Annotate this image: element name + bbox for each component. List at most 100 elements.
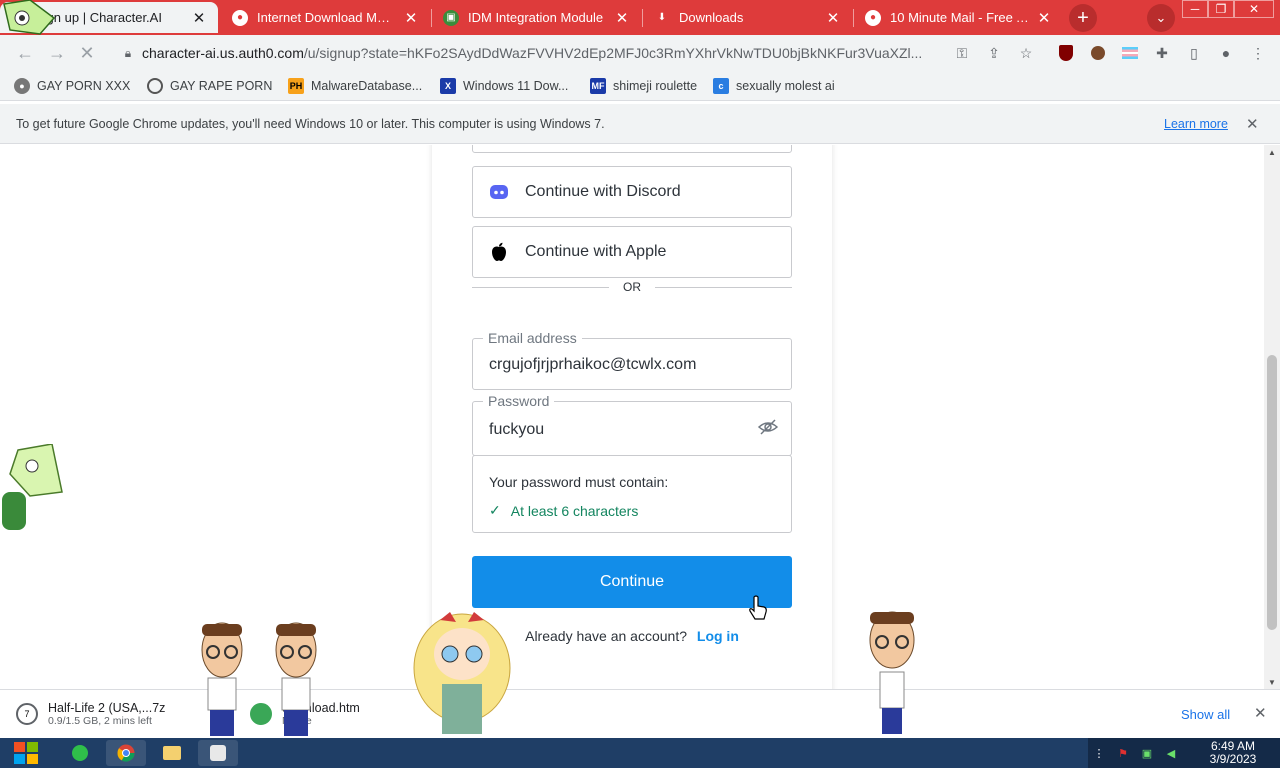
bookmark-star-icon[interactable]: ☆: [1016, 43, 1036, 63]
back-button[interactable]: ←: [12, 40, 38, 66]
key-icon[interactable]: ⚿: [952, 43, 972, 63]
bookmark-label: sexually molest ai: [736, 79, 835, 93]
tab-idm[interactable]: ● Internet Download Manager ✕: [222, 2, 430, 33]
tab-10-minute-mail[interactable]: ● 10 Minute Mail - Free Anonymous ✕: [855, 2, 1063, 33]
forward-button[interactable]: →: [44, 40, 70, 66]
extensions-puzzle-icon[interactable]: ✚: [1152, 43, 1172, 63]
network-icon[interactable]: ▣: [1140, 746, 1154, 760]
tab-search-button[interactable]: ⌄: [1147, 4, 1175, 32]
new-tab-button[interactable]: +: [1069, 4, 1097, 32]
taskbar-shimeji[interactable]: [198, 740, 238, 766]
lock-icon: 🔒︎: [124, 45, 132, 60]
social-button-google[interactable]: [472, 145, 792, 153]
requirement-item: ✓ At least 6 characters: [489, 502, 638, 519]
address-bar[interactable]: 🔒︎ character-ai.us.auth0.com/u/signup?st…: [104, 38, 984, 68]
overflow-icon[interactable]: ⋮: [1092, 746, 1106, 760]
close-icon[interactable]: ✕: [1246, 115, 1259, 133]
or-divider: OR: [472, 279, 792, 295]
taskbar-clock[interactable]: 6:49 AM 3/9/2023: [1198, 740, 1268, 766]
discord-label: Continue with Discord: [525, 183, 681, 200]
action-center-flag-icon[interactable]: ⚑: [1116, 746, 1130, 760]
scroll-down-icon[interactable]: ▼: [1264, 675, 1280, 689]
bookmark-item[interactable]: GAY RAPE PORN: [147, 77, 272, 95]
login-prompt-text: Already have an account?: [525, 628, 687, 644]
taskbar-app-green[interactable]: [60, 740, 100, 766]
bookmark-item[interactable]: MF shimeji roulette: [590, 77, 697, 95]
cartoon-man-character: [864, 610, 920, 741]
apple-label: Continue with Apple: [525, 243, 667, 260]
requirement-label: At least 6 characters: [510, 502, 639, 519]
download-icon: ⬇: [657, 12, 667, 23]
tab-idm-integration[interactable]: ▣ IDM Integration Module ✕: [433, 2, 641, 33]
tab-title: 10 Minute Mail - Free Anonymous: [890, 10, 1029, 25]
flag-extension-icon[interactable]: [1120, 43, 1140, 63]
show-all-downloads-link[interactable]: Show all: [1181, 707, 1230, 722]
more-menu-icon[interactable]: ⋮: [1248, 43, 1268, 63]
close-icon[interactable]: ✕: [613, 9, 631, 27]
bookmark-favicon-icon: c: [713, 78, 729, 94]
bookmark-label: GAY PORN XXX: [37, 79, 131, 93]
browser-toolbar: ← → ✕ 🔒︎ character-ai.us.auth0.com/u/sig…: [0, 35, 1280, 71]
bookmark-item[interactable]: PH MalwareDatabase...: [288, 77, 422, 95]
url-text: character-ai.us.auth0.com/u/signup?state…: [142, 45, 942, 61]
bookmark-item[interactable]: ● GAY PORN XXX: [14, 77, 130, 95]
share-icon[interactable]: ⇪: [984, 43, 1004, 63]
bookmark-label: MalwareDatabase...: [311, 79, 423, 93]
close-icon[interactable]: ✕: [1254, 704, 1267, 722]
cartoon-man-character: [268, 622, 324, 743]
restore-button[interactable]: ❐: [1208, 0, 1234, 18]
close-icon[interactable]: ✕: [402, 9, 420, 27]
ublock-icon[interactable]: [1056, 43, 1076, 63]
close-icon[interactable]: ✕: [824, 9, 842, 27]
tab-downloads[interactable]: ⬇ Downloads ✕: [644, 2, 852, 33]
cartoon-girl-character: [410, 612, 514, 743]
eye-slash-icon[interactable]: [757, 418, 779, 436]
download-status: 0.9/1.5 GB, 2 mins left: [48, 715, 152, 727]
continue-with-discord-button[interactable]: Continue with Discord: [472, 166, 792, 218]
taskbar-file-explorer[interactable]: [152, 740, 192, 766]
volume-icon[interactable]: ◀: [1164, 746, 1178, 760]
clock-date: 3/9/2023: [1209, 752, 1257, 766]
update-infobar: To get future Google Chrome updates, you…: [0, 104, 1280, 144]
chrome-icon: [117, 744, 135, 762]
page-content: Continue with Discord Continue with Appl…: [0, 145, 1264, 689]
folder-icon: [163, 746, 181, 760]
mail-icon: ●: [865, 9, 881, 26]
learn-more-link[interactable]: Learn more: [1164, 117, 1228, 131]
email-label: Email address: [483, 330, 582, 346]
password-label: Password: [483, 393, 555, 409]
x-icon: X: [440, 78, 456, 94]
archive-icon: 7: [16, 703, 38, 725]
scroll-thumb[interactable]: [1267, 355, 1277, 630]
profile-icon[interactable]: ●: [1216, 43, 1236, 63]
start-button[interactable]: [8, 741, 44, 765]
minimize-button[interactable]: ─: [1182, 0, 1208, 18]
login-prompt: Already have an account? Log in: [472, 628, 792, 644]
chat-app-icon: [72, 745, 88, 761]
shimeji-icon: [210, 745, 226, 761]
windows-taskbar: ⋮ ⚑ ▣ ◀ 6:49 AM 3/9/2023: [0, 738, 1280, 768]
continue-button[interactable]: Continue: [472, 556, 792, 608]
window-close-button[interactable]: ✕: [1234, 0, 1274, 18]
extension-avatar-icon[interactable]: [1088, 43, 1108, 63]
requirements-title: Your password must contain:: [489, 474, 669, 490]
login-link[interactable]: Log in: [697, 628, 739, 644]
taskbar-chrome[interactable]: [106, 740, 146, 766]
close-icon[interactable]: ✕: [190, 9, 208, 27]
page-scrollbar[interactable]: ▲ ▼: [1264, 145, 1280, 689]
url-host: character-ai.us.auth0.com: [142, 45, 304, 61]
scroll-up-icon[interactable]: ▲: [1264, 145, 1280, 159]
continue-with-apple-button[interactable]: Continue with Apple: [472, 226, 792, 278]
url-path: /u/signup?state=hKFo2SAydDdWazFVVHV2dEp2…: [303, 45, 923, 61]
password-field[interactable]: Password fuckyou: [472, 393, 792, 456]
stop-button[interactable]: ✕: [74, 40, 100, 66]
bookmark-item[interactable]: X Windows 11 Dow...: [440, 77, 568, 95]
green-gem-character: [0, 443, 64, 537]
or-text: OR: [623, 280, 641, 294]
download-item[interactable]: 7 Half-Life 2 (USA,...7z 0.9/1.5 GB, 2 m…: [16, 698, 165, 730]
side-panel-icon[interactable]: ▯: [1184, 43, 1204, 63]
email-field[interactable]: Email address crgujofjrjprhaikoc@tcwlx.c…: [472, 330, 792, 390]
bookmark-item[interactable]: c sexually molest ai: [713, 77, 835, 95]
password-value: fuckyou: [489, 421, 545, 438]
close-icon[interactable]: ✕: [1035, 9, 1053, 27]
